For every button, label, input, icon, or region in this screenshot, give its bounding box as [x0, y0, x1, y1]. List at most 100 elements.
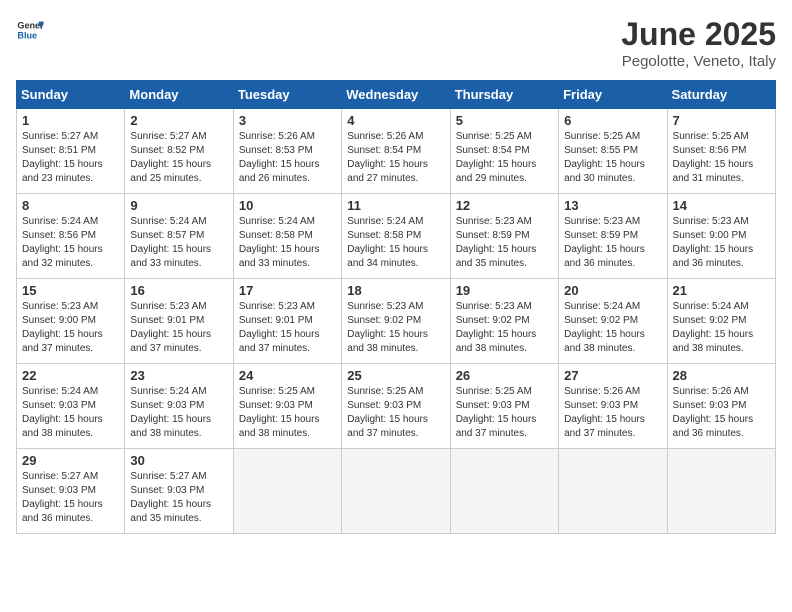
logo: General Blue [16, 16, 44, 44]
day-number: 5 [456, 113, 553, 128]
col-tuesday: Tuesday [233, 81, 341, 109]
table-row: 3 Sunrise: 5:26 AM Sunset: 8:53 PM Daylig… [233, 109, 341, 194]
day-info: Sunrise: 5:23 AM Sunset: 9:02 PM Dayligh… [347, 300, 444, 356]
day-number: 14 [673, 198, 770, 213]
table-row: 17 Sunrise: 5:23 AM Sunset: 9:01 PM Dayli… [233, 279, 341, 364]
week-row-1: 1 Sunrise: 5:27 AM Sunset: 8:51 PM Daylig… [17, 109, 776, 194]
table-row: 22 Sunrise: 5:24 AM Sunset: 9:03 PM Dayli… [17, 364, 125, 449]
table-row [667, 449, 775, 534]
table-row: 25 Sunrise: 5:25 AM Sunset: 9:03 PM Dayli… [342, 364, 450, 449]
day-number: 10 [239, 198, 336, 213]
day-info: Sunrise: 5:26 AM Sunset: 9:03 PM Dayligh… [564, 385, 661, 441]
day-number: 16 [130, 283, 227, 298]
table-row: 2 Sunrise: 5:27 AM Sunset: 8:52 PM Daylig… [125, 109, 233, 194]
day-number: 13 [564, 198, 661, 213]
table-row: 8 Sunrise: 5:24 AM Sunset: 8:56 PM Daylig… [17, 194, 125, 279]
day-info: Sunrise: 5:23 AM Sunset: 9:01 PM Dayligh… [239, 300, 336, 356]
col-wednesday: Wednesday [342, 81, 450, 109]
day-number: 7 [673, 113, 770, 128]
table-row: 15 Sunrise: 5:23 AM Sunset: 9:00 PM Dayli… [17, 279, 125, 364]
table-row [450, 449, 558, 534]
col-friday: Friday [559, 81, 667, 109]
header: General Blue June 2025 Pegolotte, Veneto… [16, 16, 776, 70]
day-info: Sunrise: 5:24 AM Sunset: 8:57 PM Dayligh… [130, 215, 227, 271]
calendar-table: Sunday Monday Tuesday Wednesday Thursday… [16, 80, 776, 534]
table-row: 20Sunrise: 5:24 AM Sunset: 9:02 PM Dayli… [559, 279, 667, 364]
day-info: Sunrise: 5:27 AM Sunset: 8:52 PM Dayligh… [130, 130, 227, 186]
table-row: 16 Sunrise: 5:23 AM Sunset: 9:01 PM Dayli… [125, 279, 233, 364]
day-info: Sunrise: 5:24 AM Sunset: 8:58 PM Dayligh… [347, 215, 444, 271]
day-info: Sunrise: 5:25 AM Sunset: 8:54 PM Dayligh… [456, 130, 553, 186]
table-row: 5 Sunrise: 5:25 AM Sunset: 8:54 PM Daylig… [450, 109, 558, 194]
week-row-2: 8 Sunrise: 5:24 AM Sunset: 8:56 PM Daylig… [17, 194, 776, 279]
svg-text:Blue: Blue [17, 30, 37, 40]
table-row: 6 Sunrise: 5:25 AM Sunset: 8:55 PM Daylig… [559, 109, 667, 194]
day-number: 6 [564, 113, 661, 128]
table-row [342, 449, 450, 534]
day-info: Sunrise: 5:24 AM Sunset: 8:56 PM Dayligh… [22, 215, 119, 271]
table-row [233, 449, 341, 534]
main-title: June 2025 [621, 16, 776, 53]
day-number: 25 [347, 368, 444, 383]
day-number: 20 [564, 283, 661, 298]
table-row: 27 Sunrise: 5:26 AM Sunset: 9:03 PM Dayli… [559, 364, 667, 449]
table-row: 18 Sunrise: 5:23 AM Sunset: 9:02 PM Dayli… [342, 279, 450, 364]
day-number: 22 [22, 368, 119, 383]
day-info: Sunrise: 5:24 AM Sunset: 9:02 PM Dayligh… [673, 300, 770, 356]
day-info: Sunrise: 5:27 AM Sunset: 8:51 PM Dayligh… [22, 130, 119, 186]
day-info: Sunrise: 5:26 AM Sunset: 8:54 PM Dayligh… [347, 130, 444, 186]
week-row-3: 15 Sunrise: 5:23 AM Sunset: 9:00 PM Dayli… [17, 279, 776, 364]
table-row: 29 Sunrise: 5:27 AM Sunset: 9:03 PM Dayli… [17, 449, 125, 534]
col-saturday: Saturday [667, 81, 775, 109]
col-monday: Monday [125, 81, 233, 109]
table-row: 9Sunrise: 5:24 AM Sunset: 8:57 PM Daylig… [125, 194, 233, 279]
day-number: 12 [456, 198, 553, 213]
day-info: Sunrise: 5:25 AM Sunset: 9:03 PM Dayligh… [347, 385, 444, 441]
day-info: Sunrise: 5:23 AM Sunset: 9:00 PM Dayligh… [22, 300, 119, 356]
day-info: Sunrise: 5:26 AM Sunset: 8:53 PM Dayligh… [239, 130, 336, 186]
col-thursday: Thursday [450, 81, 558, 109]
day-number: 23 [130, 368, 227, 383]
table-row: 21Sunrise: 5:24 AM Sunset: 9:02 PM Dayli… [667, 279, 775, 364]
day-number: 28 [673, 368, 770, 383]
day-info: Sunrise: 5:23 AM Sunset: 9:00 PM Dayligh… [673, 215, 770, 271]
day-info: Sunrise: 5:25 AM Sunset: 8:55 PM Dayligh… [564, 130, 661, 186]
day-number: 26 [456, 368, 553, 383]
table-row: 14 Sunrise: 5:23 AM Sunset: 9:00 PM Dayli… [667, 194, 775, 279]
day-number: 3 [239, 113, 336, 128]
day-info: Sunrise: 5:23 AM Sunset: 9:02 PM Dayligh… [456, 300, 553, 356]
table-row: 30Sunrise: 5:27 AM Sunset: 9:03 PM Dayli… [125, 449, 233, 534]
day-number: 2 [130, 113, 227, 128]
table-row [559, 449, 667, 534]
day-info: Sunrise: 5:24 AM Sunset: 9:03 PM Dayligh… [130, 385, 227, 441]
day-number: 17 [239, 283, 336, 298]
table-row: 7Sunrise: 5:25 AM Sunset: 8:56 PM Daylig… [667, 109, 775, 194]
day-number: 29 [22, 453, 119, 468]
day-info: Sunrise: 5:24 AM Sunset: 8:58 PM Dayligh… [239, 215, 336, 271]
day-number: 8 [22, 198, 119, 213]
week-row-5: 29 Sunrise: 5:27 AM Sunset: 9:03 PM Dayli… [17, 449, 776, 534]
subtitle: Pegolotte, Veneto, Italy [621, 53, 776, 70]
day-number: 15 [22, 283, 119, 298]
logo-icon: General Blue [16, 16, 44, 44]
day-info: Sunrise: 5:24 AM Sunset: 9:03 PM Dayligh… [22, 385, 119, 441]
day-info: Sunrise: 5:23 AM Sunset: 8:59 PM Dayligh… [564, 215, 661, 271]
day-info: Sunrise: 5:23 AM Sunset: 9:01 PM Dayligh… [130, 300, 227, 356]
day-number: 18 [347, 283, 444, 298]
day-number: 4 [347, 113, 444, 128]
table-row: 26Sunrise: 5:25 AM Sunset: 9:03 PM Dayli… [450, 364, 558, 449]
day-info: Sunrise: 5:27 AM Sunset: 9:03 PM Dayligh… [22, 470, 119, 526]
day-number: 1 [22, 113, 119, 128]
day-info: Sunrise: 5:25 AM Sunset: 9:03 PM Dayligh… [239, 385, 336, 441]
table-row: 11 Sunrise: 5:24 AM Sunset: 8:58 PM Dayli… [342, 194, 450, 279]
table-row: 19 Sunrise: 5:23 AM Sunset: 9:02 PM Dayli… [450, 279, 558, 364]
table-row: 28Sunrise: 5:26 AM Sunset: 9:03 PM Dayli… [667, 364, 775, 449]
day-number: 11 [347, 198, 444, 213]
day-number: 27 [564, 368, 661, 383]
week-row-4: 22 Sunrise: 5:24 AM Sunset: 9:03 PM Dayli… [17, 364, 776, 449]
day-number: 24 [239, 368, 336, 383]
day-number: 19 [456, 283, 553, 298]
col-sunday: Sunday [17, 81, 125, 109]
table-row: 4 Sunrise: 5:26 AM Sunset: 8:54 PM Daylig… [342, 109, 450, 194]
day-info: Sunrise: 5:23 AM Sunset: 8:59 PM Dayligh… [456, 215, 553, 271]
